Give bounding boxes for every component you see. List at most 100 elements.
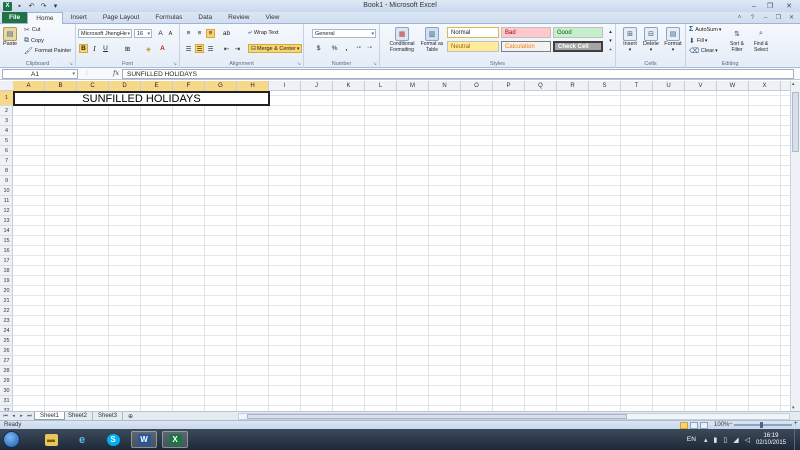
network-icon[interactable]: ▮ <box>713 436 717 444</box>
cut-button[interactable]: ✂ Cut <box>24 26 40 34</box>
horizontal-scroll-thumb[interactable] <box>247 414 627 419</box>
vertical-scroll-thumb[interactable] <box>792 92 799 152</box>
column-header-t[interactable]: T <box>621 81 653 91</box>
row-header-26[interactable]: 26 <box>0 346 13 356</box>
column-header-e[interactable]: E <box>141 81 173 91</box>
cell-grid[interactable] <box>13 91 790 411</box>
styles-more-icon[interactable]: ⩡ <box>606 45 615 54</box>
tab-data[interactable]: Data <box>190 12 220 23</box>
insert-function-button[interactable]: fx <box>113 69 119 77</box>
font-size-combo[interactable]: 16 ▾ <box>134 29 152 38</box>
styles-scroll-down-icon[interactable]: ▾ <box>606 36 615 45</box>
taskbar-internet-explorer[interactable]: e <box>69 431 95 448</box>
page-break-view-icon[interactable] <box>700 422 708 429</box>
sheet-tab-sheet1[interactable]: Sheet1 <box>34 412 66 420</box>
number-launcher-icon[interactable]: ↘ <box>373 61 377 67</box>
conditional-formatting-button[interactable]: ▦ Conditional Formatting <box>384 27 420 53</box>
formula-input[interactable]: SUNFILLED HOLIDAYS <box>122 69 794 79</box>
column-header-s[interactable]: S <box>589 81 621 91</box>
row-header-13[interactable]: 13 <box>0 216 13 226</box>
row-header-5[interactable]: 5 <box>0 136 13 146</box>
align-middle-icon[interactable]: ≡ <box>195 29 204 38</box>
wrap-text-button[interactable]: ⤶ Wrap Text <box>248 29 278 37</box>
tab-page-layout[interactable]: Page Layout <box>95 12 148 23</box>
delete-cells-button[interactable]: ⊟ Delete ▾ <box>641 27 661 53</box>
fill-color-icon[interactable]: ◈ <box>144 44 153 53</box>
fill-button[interactable]: ⬇ Fill ▾ <box>689 37 707 45</box>
tab-insert[interactable]: Insert <box>63 12 95 23</box>
page-layout-view-icon[interactable] <box>690 422 698 429</box>
column-header-b[interactable]: B <box>45 81 77 91</box>
show-desktop-button[interactable] <box>794 429 800 450</box>
tab-review[interactable]: Review <box>220 12 257 23</box>
column-header-n[interactable]: N <box>429 81 461 91</box>
clock[interactable]: 16:19 02/10/2015 <box>756 433 786 447</box>
row-header-9[interactable]: 9 <box>0 176 13 186</box>
font-launcher-icon[interactable]: ↘ <box>173 61 177 67</box>
sheet-tab-sheet3[interactable]: Sheet3 <box>93 412 124 420</box>
last-sheet-icon[interactable]: ⏭ <box>26 412 33 420</box>
column-header-g[interactable]: G <box>205 81 237 91</box>
workbook-restore-icon[interactable]: ❐ <box>774 13 783 22</box>
clipboard-launcher-icon[interactable]: ↘ <box>69 61 73 67</box>
name-box[interactable]: A1 ▾ <box>2 69 78 79</box>
column-header-l[interactable]: L <box>365 81 397 91</box>
column-header-w[interactable]: W <box>717 81 749 91</box>
signal-icon[interactable]: ◢ <box>733 436 738 444</box>
row-header-21[interactable]: 21 <box>0 296 13 306</box>
tab-home[interactable]: Home <box>27 12 63 24</box>
percent-button[interactable]: % <box>330 44 339 53</box>
zoom-slider[interactable] <box>734 422 792 428</box>
font-color-icon[interactable]: A <box>158 44 167 53</box>
save-icon[interactable]: ▪ <box>15 2 24 11</box>
row-header-31[interactable]: 31 <box>0 396 13 406</box>
column-header-d[interactable]: D <box>109 81 141 91</box>
taskbar-skype[interactable]: S <box>100 431 126 448</box>
tab-formulas[interactable]: Formulas <box>147 12 190 23</box>
restore-button[interactable]: ❐ <box>762 0 778 12</box>
close-button[interactable]: ✕ <box>778 0 800 12</box>
find-select-button[interactable]: ⌕ Find & Select <box>749 27 773 53</box>
copy-button[interactable]: ⧉ Copy <box>24 37 44 45</box>
row-header-7[interactable]: 7 <box>0 156 13 166</box>
font-name-combo[interactable]: Microsoft JhengHe ▾ <box>78 29 132 38</box>
volume-icon[interactable]: ◁ <box>745 436 750 444</box>
column-header-r[interactable]: R <box>557 81 589 91</box>
row-header-22[interactable]: 22 <box>0 306 13 316</box>
increase-indent-icon[interactable]: ⇥ <box>233 44 242 53</box>
tab-file[interactable]: File <box>2 12 28 23</box>
language-indicator[interactable]: EN <box>687 436 696 443</box>
customize-toolbar-icon[interactable]: ▾ <box>51 2 60 11</box>
tab-view[interactable]: View <box>257 12 287 23</box>
cell-a1-merged[interactable]: SUNFILLED HOLIDAYS <box>13 91 270 106</box>
row-header-2[interactable]: 2 <box>0 106 13 116</box>
styles-scroll-up-icon[interactable]: ▴ <box>606 27 615 36</box>
show-hidden-icons-icon[interactable]: ▴ <box>704 436 708 444</box>
column-header-p[interactable]: P <box>493 81 525 91</box>
shrink-font-icon[interactable]: A <box>166 29 175 38</box>
row-header-3[interactable]: 3 <box>0 116 13 126</box>
scroll-up-icon[interactable]: ▴ <box>792 81 795 87</box>
first-sheet-icon[interactable]: ⏮ <box>2 412 9 420</box>
row-header-20[interactable]: 20 <box>0 286 13 296</box>
format-painter-button[interactable]: 🖌 Format Painter <box>24 47 71 55</box>
currency-button[interactable]: $ <box>314 44 323 53</box>
number-format-combo[interactable]: General ▾ <box>312 29 376 38</box>
orientation-icon[interactable]: ab <box>222 29 231 38</box>
row-header-18[interactable]: 18 <box>0 266 13 276</box>
row-header-14[interactable]: 14 <box>0 226 13 236</box>
style-normal[interactable]: Normal <box>447 27 499 38</box>
row-header-25[interactable]: 25 <box>0 336 13 346</box>
decrease-indent-icon[interactable]: ⇤ <box>222 44 231 53</box>
workbook-minimize-icon[interactable]: – <box>761 13 770 22</box>
column-header-c[interactable]: C <box>77 81 109 91</box>
clear-button[interactable]: ⌫ Clear ▾ <box>689 47 718 55</box>
row-header-23[interactable]: 23 <box>0 316 13 326</box>
taskbar-explorer[interactable]: ▬ <box>38 431 64 448</box>
column-header-q[interactable]: Q <box>525 81 557 91</box>
row-header-10[interactable]: 10 <box>0 186 13 196</box>
italic-button[interactable]: I <box>90 44 99 53</box>
zoom-level[interactable]: 100% <box>714 422 729 428</box>
bold-button[interactable]: B <box>79 44 88 53</box>
row-header-11[interactable]: 11 <box>0 196 13 206</box>
